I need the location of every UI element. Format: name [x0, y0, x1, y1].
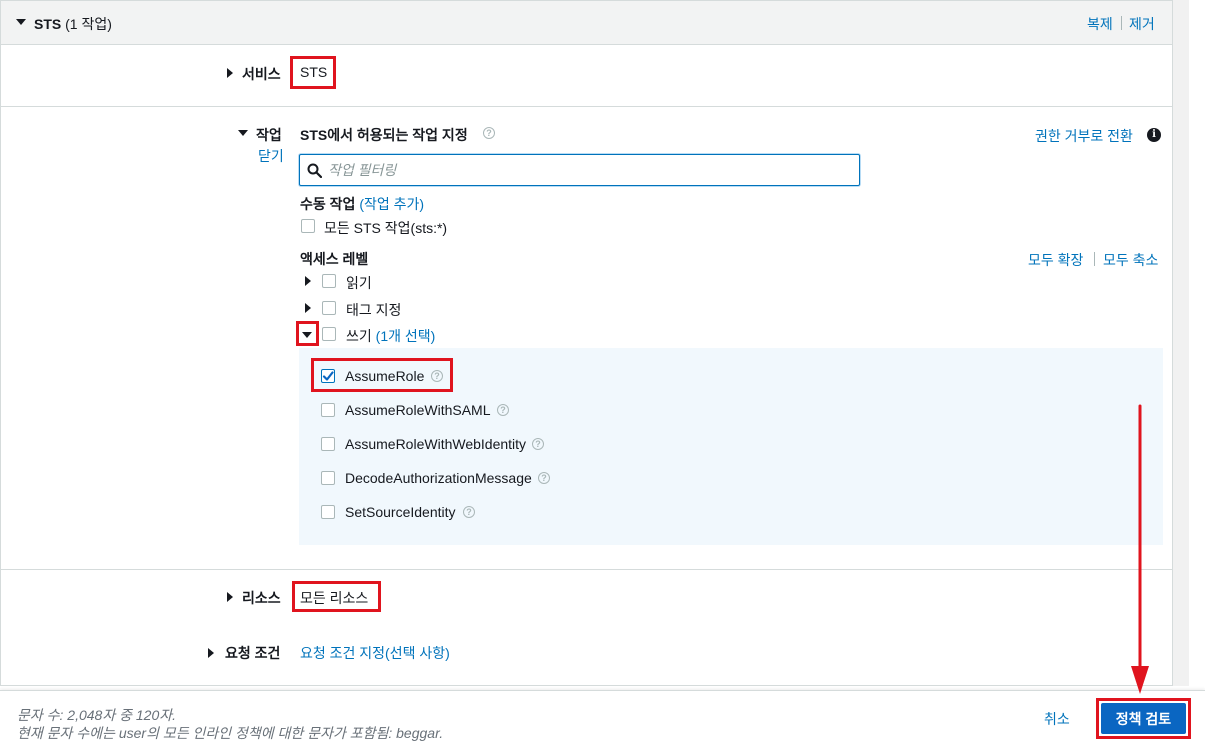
- review-policy-button[interactable]: 정책 검토: [1101, 703, 1186, 734]
- assumerole-checkbox[interactable]: [321, 369, 335, 383]
- actions-label: 작업: [256, 127, 282, 143]
- help-icon[interactable]: ?: [532, 438, 544, 450]
- char-count-text: 문자 수: 2,048자 중 120자.: [17, 707, 177, 723]
- action-label-assumerole: AssumeRole: [345, 368, 425, 384]
- actions-title: STS에서 허용되는 작업 지정: [300, 127, 468, 143]
- actions-collapse-caret-icon[interactable]: [238, 130, 248, 136]
- tagging-level-checkbox[interactable]: [322, 301, 336, 315]
- access-level-label: 액세스 레벨: [300, 251, 369, 267]
- read-level-checkbox[interactable]: [322, 274, 336, 288]
- action-filter-box[interactable]: [299, 154, 860, 186]
- help-icon[interactable]: ?: [463, 506, 475, 518]
- resources-label: 리소스: [242, 590, 281, 606]
- conditions-expand-caret-icon[interactable]: [208, 648, 214, 658]
- manual-actions-label: 수동 작업: [300, 196, 356, 212]
- section-divider: [1, 569, 1172, 570]
- checkmark-icon: [322, 371, 334, 381]
- scrollbar[interactable]: [1173, 0, 1189, 686]
- service-header-title: STS (1 작업): [34, 14, 112, 34]
- assumerolewithwebidentity-checkbox[interactable]: [321, 437, 335, 451]
- policy-editor-panel: [0, 0, 1173, 686]
- service-title: STS: [34, 16, 62, 32]
- help-icon[interactable]: ?: [483, 127, 495, 139]
- switch-to-deny-link[interactable]: 권한 거부로 전환: [1035, 126, 1133, 146]
- action-label-assumerolewithwebidentity: AssumeRoleWithWebIdentity: [345, 436, 527, 452]
- action-count: (1 작업): [65, 16, 112, 32]
- help-icon[interactable]: ?: [538, 472, 550, 484]
- all-actions-label: 모든 STS 작업(sts:*): [324, 220, 448, 236]
- write-level-row: 쓰기 (1개 선택): [346, 326, 435, 346]
- decodeauthorizationmessage-checkbox[interactable]: [321, 471, 335, 485]
- char-note-text: 현재 문자 수에는 user의 모든 인라인 정책에 대한 문자가 포함됨: b…: [17, 725, 444, 741]
- action-filter-input[interactable]: [328, 161, 848, 179]
- specify-conditions-link[interactable]: 요청 조건 지정(선택 사항): [300, 643, 450, 663]
- section-divider: [1, 106, 1172, 107]
- all-actions-checkbox[interactable]: [301, 219, 315, 233]
- write-selected-count[interactable]: (1개 선택): [376, 328, 436, 344]
- write-level-label: 쓰기: [346, 328, 372, 344]
- service-label: 서비스: [242, 66, 281, 82]
- tagging-level-label: 태그 지정: [346, 302, 402, 318]
- annotation-arrow-icon: [1131, 404, 1149, 694]
- help-icon[interactable]: ?: [431, 370, 443, 382]
- remove-button[interactable]: 제거: [1129, 14, 1155, 34]
- manual-actions-row: 수동 작업 (작업 추가): [300, 194, 424, 214]
- resources-value[interactable]: 모든 리소스: [300, 588, 368, 608]
- action-label-assumerolewithsaml: AssumeRoleWithSAML: [345, 402, 491, 418]
- service-expand-caret-icon[interactable]: [227, 68, 233, 78]
- expand-collapse-divider: [1094, 252, 1095, 266]
- write-level-checkbox[interactable]: [322, 327, 336, 341]
- write-collapse-caret-icon[interactable]: [302, 332, 312, 338]
- read-expand-caret-icon[interactable]: [305, 276, 311, 286]
- collapse-caret-icon[interactable]: [16, 19, 26, 25]
- setsourceidentity-checkbox[interactable]: [321, 505, 335, 519]
- tagging-expand-caret-icon[interactable]: [305, 303, 311, 313]
- collapse-all-link[interactable]: 모두 축소: [1103, 250, 1158, 270]
- conditions-label: 요청 조건: [225, 645, 281, 661]
- header-divider: [1121, 16, 1122, 30]
- help-icon[interactable]: ?: [497, 404, 509, 416]
- cancel-button[interactable]: 취소: [1044, 709, 1070, 729]
- action-label-setsourceidentity: SetSourceIdentity: [345, 504, 456, 520]
- resources-expand-caret-icon[interactable]: [227, 592, 233, 602]
- duplicate-button[interactable]: 복제: [1087, 14, 1113, 34]
- service-value[interactable]: STS: [300, 64, 327, 80]
- info-icon[interactable]: i: [1147, 128, 1161, 142]
- expand-all-link[interactable]: 모두 확장: [1028, 250, 1083, 270]
- read-level-label: 읽기: [346, 275, 372, 291]
- search-icon: [307, 163, 322, 178]
- add-action-link[interactable]: (작업 추가): [359, 196, 424, 212]
- service-header[interactable]: [1, 1, 1172, 45]
- action-label-decodeauthorizationmessage: DecodeAuthorizationMessage: [345, 470, 532, 486]
- assumerolewithsaml-checkbox[interactable]: [321, 403, 335, 417]
- actions-close-link[interactable]: 닫기: [258, 146, 284, 166]
